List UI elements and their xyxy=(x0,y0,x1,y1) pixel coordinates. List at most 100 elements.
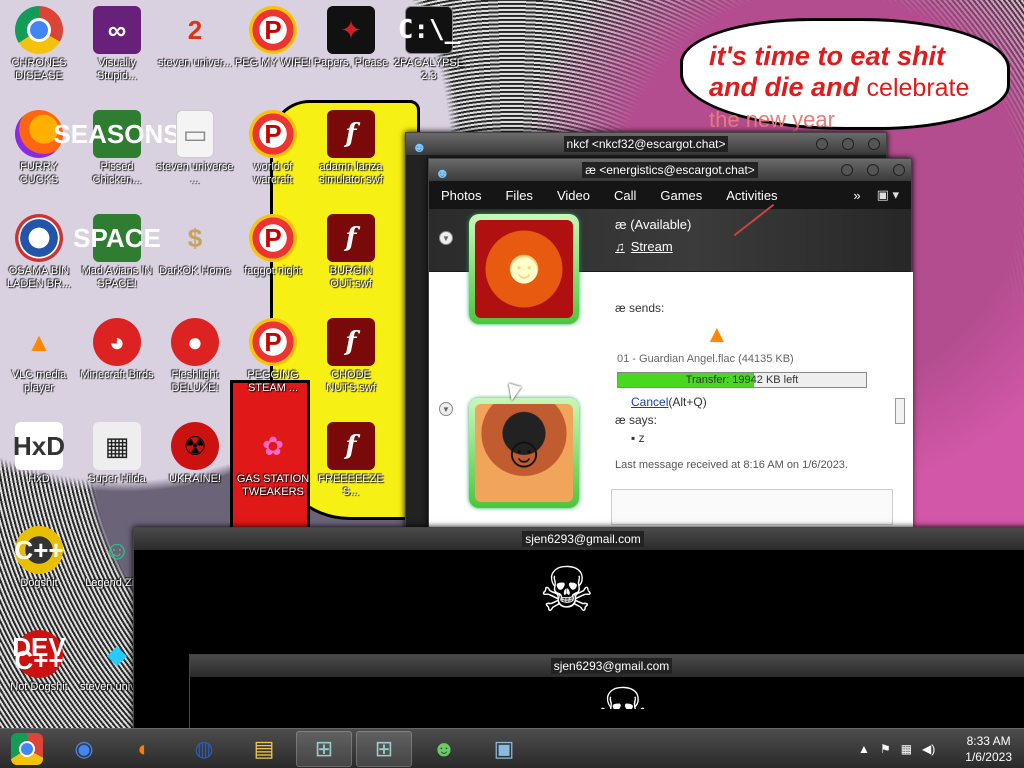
taskbar-button[interactable]: ◉ xyxy=(56,731,112,767)
window-titlebar[interactable]: ☻ æ <energistics@escargot.chat> xyxy=(429,159,911,181)
desktop-icon-label: PEG MY WIFE! xyxy=(234,57,312,69)
desktop-icon[interactable]: C:\_ 2PACALYPSE 2.3 xyxy=(390,6,468,83)
desktop-icon[interactable]: ▭ steven universe ... xyxy=(156,110,234,187)
window-titlebar[interactable]: sjen6293@gmail.com xyxy=(190,655,1024,677)
vlc-cone-icon: ▲ xyxy=(26,326,52,357)
angry-birds-seasons-icon: SEASONS xyxy=(53,110,181,158)
stream-link[interactable]: ♫ Stream xyxy=(615,239,673,254)
maximize-button[interactable] xyxy=(867,164,879,176)
menu-activities[interactable]: Activities xyxy=(726,188,777,203)
transfer-filename: 01 - Guardian Angel.flac (44135 KB) xyxy=(617,353,794,365)
desktop-icon[interactable]: ✦ Papers, Please xyxy=(312,6,390,70)
chevron-up-icon[interactable]: ▲ xyxy=(858,742,870,756)
desktop-icon[interactable]: SEASONS Pissed Chicken... xyxy=(53,110,181,187)
desktop-icon[interactable]: f BURGIN OUT.swf xyxy=(312,214,390,291)
peggle-icon: P xyxy=(249,318,297,366)
window-title: sjen6293@gmail.com xyxy=(522,531,644,547)
menu-call[interactable]: Call xyxy=(614,188,636,203)
avatar-face-icon: ☻ xyxy=(475,220,573,318)
flag-icon[interactable]: ⚑ xyxy=(880,742,891,756)
desktop-icon[interactable]: SPACE Mad Avians IN SPACE! xyxy=(73,214,161,291)
taskbar-button[interactable]: ▤ xyxy=(236,731,292,767)
window-title: æ <energistics@escargot.chat> xyxy=(582,162,758,178)
taskbar-button[interactable]: ⊞ xyxy=(356,730,412,767)
desktop-icon[interactable]: DEV C++ Not Dogshit xyxy=(0,630,78,694)
desktop-icon-label: GAS STATION TWEAKERS xyxy=(236,473,310,498)
desktop-icon-label: PEGGING STEAM ... xyxy=(247,369,299,394)
speech-line-2b: celebrate xyxy=(866,74,970,102)
chevron-more-icon[interactable]: » xyxy=(853,188,860,203)
desktop-icon[interactable]: P PEG MY WIFE! xyxy=(234,6,312,70)
desktop-icon[interactable]: ▦ Super Hilda xyxy=(78,422,156,486)
peggle-icon: P xyxy=(249,6,297,54)
minimize-button[interactable] xyxy=(841,164,853,176)
menu-video[interactable]: Video xyxy=(557,188,590,203)
desktop-icon[interactable]: $ DarkOK Home xyxy=(156,214,234,278)
desktop-icon-label: Pissed Chicken... xyxy=(92,161,142,186)
taskbar-button[interactable]: ◐ xyxy=(116,731,172,767)
avatar-character-icon: ☺ xyxy=(475,404,573,502)
toolbar-options-icon[interactable]: ▣ ▾ xyxy=(877,187,899,203)
desktop-icon[interactable]: C++ Dogshit xyxy=(0,526,78,590)
scrollbar-thumb[interactable] xyxy=(895,398,905,424)
desktop-icon[interactable]: CHRONES DISEASE xyxy=(0,6,78,83)
stream-label[interactable]: Stream xyxy=(631,239,673,254)
user-avatar[interactable]: ☺ xyxy=(469,398,579,508)
taskbar-button[interactable]: ☻ xyxy=(416,731,472,767)
menu-photos[interactable]: Photos xyxy=(441,188,481,203)
hxd-icon: HxD xyxy=(13,422,65,470)
window-titlebar[interactable]: ☻ nkcf <nkcf32@escargot.chat> xyxy=(406,133,886,155)
minimize-button[interactable] xyxy=(816,138,828,150)
desktop-icon[interactable]: ◕ Minecraft Birds xyxy=(78,318,156,382)
collapse-toggle-icon[interactable]: ▼ xyxy=(439,231,453,245)
desktop-icon[interactable]: ● Fleshlight DELUXE! xyxy=(156,318,234,395)
desktop-icon[interactable]: OSAMA BIN LADEN BR... xyxy=(0,214,78,291)
message-scrollbar[interactable] xyxy=(895,302,905,452)
desktop-icon-label: Visually Stupid... xyxy=(96,57,138,82)
contact-avatar[interactable]: ☻ xyxy=(469,214,579,324)
desktop-icon-label: CHRONES DISEASE xyxy=(11,57,67,82)
collapse-toggle-icon[interactable]: ▼ xyxy=(439,402,453,416)
message-input[interactable] xyxy=(611,489,893,525)
desktop-icon[interactable]: f adamn lanza simulator.swf xyxy=(312,110,390,187)
menu-files[interactable]: Files xyxy=(505,188,532,203)
start-orb-icon xyxy=(11,732,43,765)
network-icon[interactable]: ▦ xyxy=(901,742,912,756)
chat-window-energistics[interactable]: ☻ æ <energistics@escargot.chat> Photos F… xyxy=(428,158,913,529)
flash-icon: f xyxy=(327,422,375,470)
desktop-icon-label: FURRY CUCKS xyxy=(19,161,59,186)
window-title: nkcf <nkcf32@escargot.chat> xyxy=(563,136,729,152)
desktop-icon[interactable]: Pfaggot night xyxy=(234,214,312,278)
taskbar-button[interactable]: ⊞ xyxy=(296,730,352,767)
window-titlebar[interactable]: sjen6293@gmail.com xyxy=(134,528,1024,550)
desktop-icon[interactable]: 2 steven univer... xyxy=(156,6,234,70)
taskbar-button[interactable]: ◍ xyxy=(176,731,232,767)
close-button[interactable] xyxy=(868,138,880,150)
menu-games[interactable]: Games xyxy=(660,188,702,203)
clock[interactable]: 8:33 AM 1/6/2023 xyxy=(965,733,1012,765)
desktop-icon[interactable]: ∞ Visually Stupid... xyxy=(78,6,156,83)
money-bag-icon: $ xyxy=(187,222,203,253)
desktop-icon[interactable]: P PEGGING STEAM ... xyxy=(234,318,312,395)
desktop-icon-label: faggot night xyxy=(244,265,302,277)
desktop-icon[interactable]: f CHODE NUTS.swf xyxy=(312,318,390,395)
desktop-icon[interactable]: ☢ UKRAINE! xyxy=(156,422,234,486)
close-button[interactable] xyxy=(893,164,905,176)
desktop-icon-label: steven univer... xyxy=(158,57,232,69)
desktop-icon[interactable]: HxD HxD xyxy=(0,422,78,486)
desktop-icon[interactable]: ✿ GAS STATION TWEAKERS xyxy=(234,422,312,499)
cancel-link[interactable]: Cancel xyxy=(631,395,668,409)
start-button[interactable] xyxy=(2,731,52,767)
obama-logo-icon: ◍ xyxy=(194,735,214,761)
desktop-icon-label: UKRAINE! xyxy=(169,473,221,485)
desktop-icon[interactable]: ▲ VLC media player xyxy=(0,318,78,395)
desktop-icon[interactable]: f FREEEEEZE S... xyxy=(312,422,390,499)
peggle-icon: P xyxy=(249,214,297,262)
taskbar-button[interactable]: ▣ xyxy=(476,731,532,767)
terminal-window-2[interactable]: sjen6293@gmail.com ☠ xyxy=(189,654,1024,734)
says-header: æ says: xyxy=(615,413,658,427)
maximize-button[interactable] xyxy=(842,138,854,150)
desktop-icon[interactable]: Pworld of warcraft xyxy=(234,110,312,187)
message-text: ▪ z xyxy=(631,431,645,445)
speaker-icon[interactable]: ◀) xyxy=(922,742,935,756)
